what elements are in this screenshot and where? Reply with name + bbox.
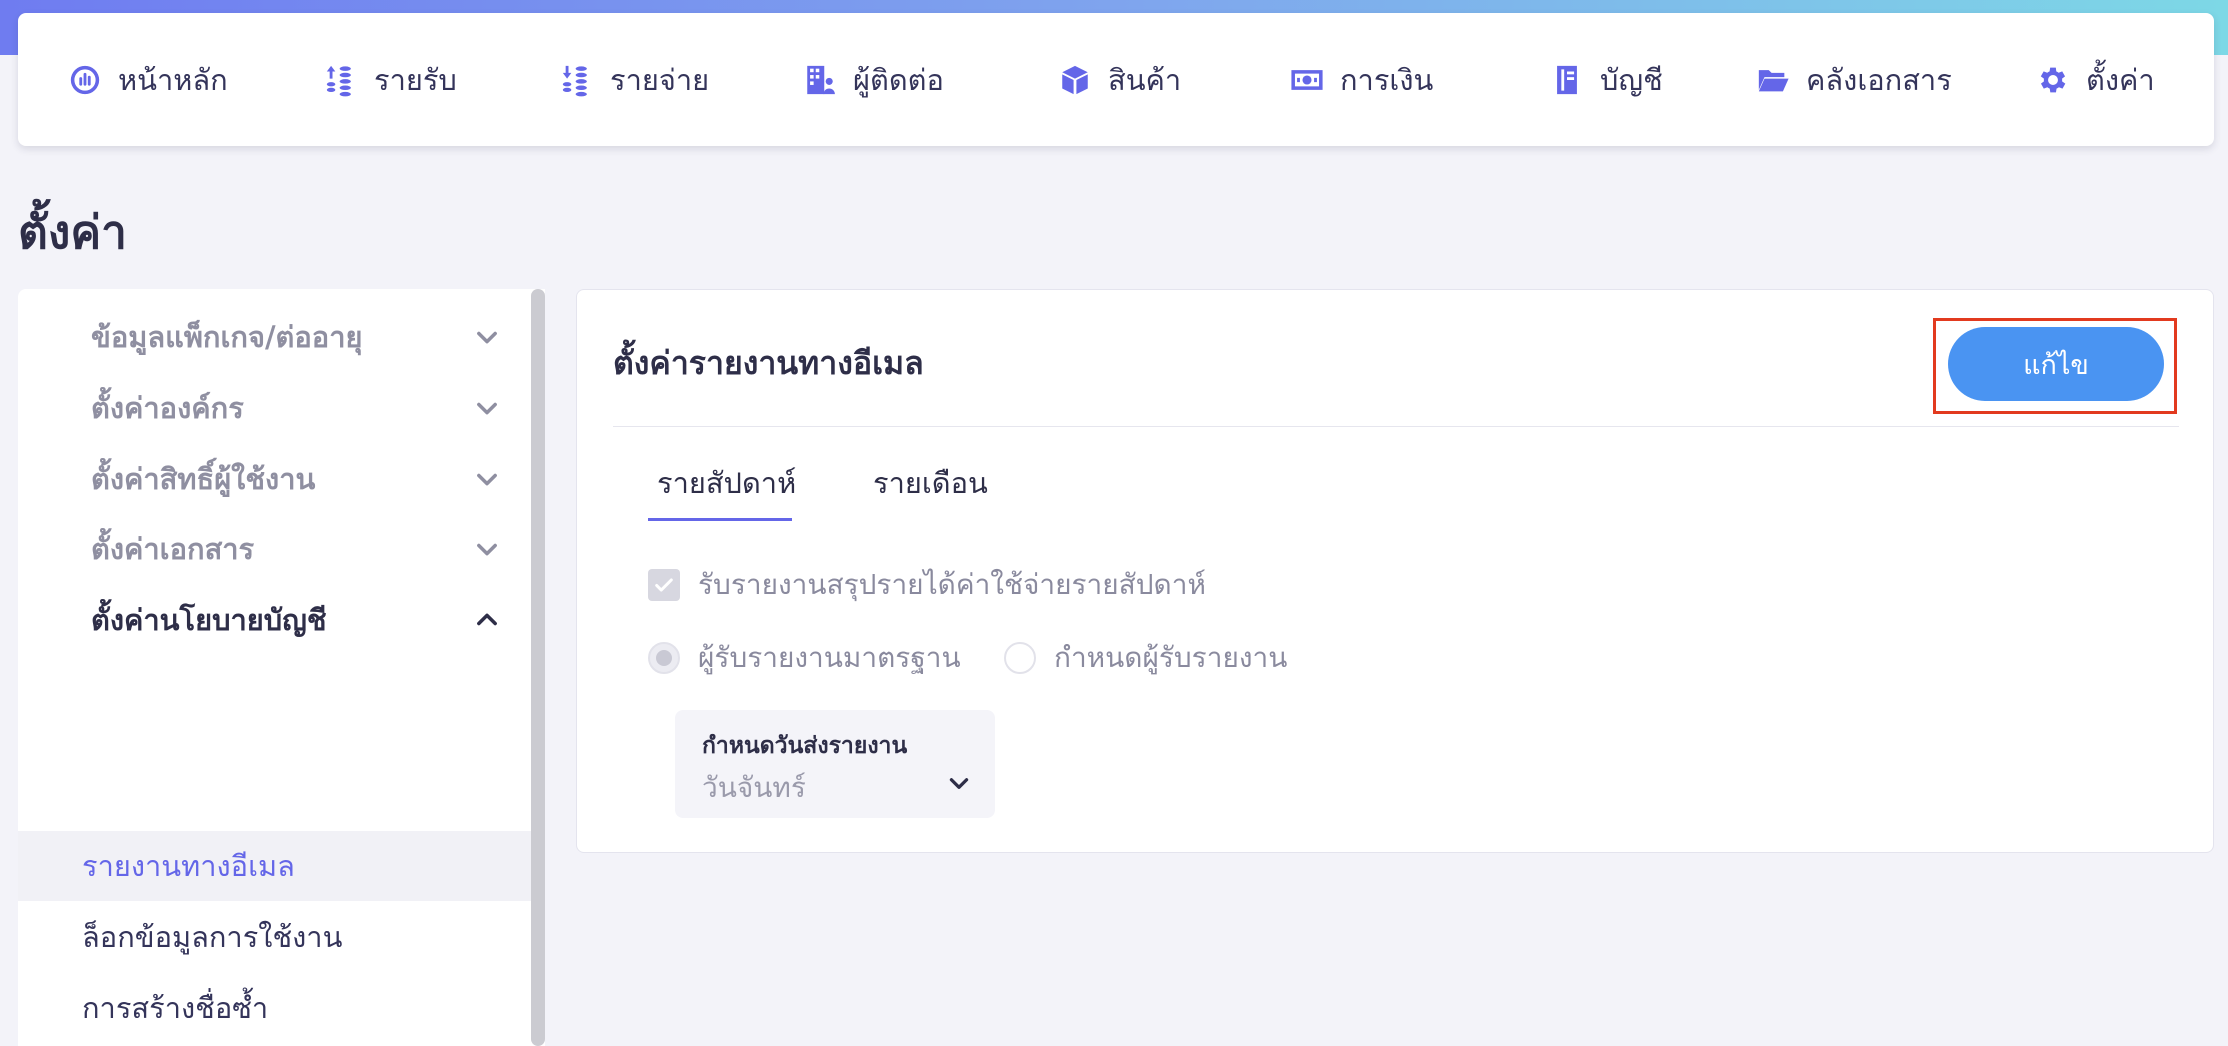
nav-label: การเงิน xyxy=(1340,62,1434,97)
sidebar-item-label: การสร้างชื่อซ้ำ xyxy=(82,991,269,1025)
nav-item-contacts[interactable]: ผู้ติดต่อ xyxy=(803,13,944,146)
product-box-icon xyxy=(1062,65,1088,94)
folder-icon xyxy=(1758,69,1789,91)
select-value: วันจันทร์ xyxy=(702,771,806,804)
sidebar-item-duplicate-names[interactable]: การสร้างชื่อซ้ำ xyxy=(18,973,531,1043)
nav-label: บัญชี xyxy=(1600,62,1663,97)
nav-item-documents[interactable]: คลังเอกสาร xyxy=(1756,13,1952,146)
chevron-down-icon xyxy=(477,473,497,486)
chevron-down-icon xyxy=(477,331,497,344)
nav-item-accounting[interactable]: บัญชี xyxy=(1550,13,1663,146)
weekly-summary-option[interactable]: รับรายงานสรุปรายได้ค่าใช้จ่ายรายสัปดาห์ xyxy=(648,563,1206,607)
weekly-summary-checkbox[interactable] xyxy=(648,569,680,601)
tab-monthly[interactable]: รายเดือน xyxy=(873,460,988,506)
nav-label: ตั้งค่า xyxy=(2086,62,2155,97)
sidebar-item-label: ล็อกข้อมูลการใช้งาน xyxy=(82,920,343,954)
tab-weekly[interactable]: รายสัปดาห์ xyxy=(657,460,796,506)
sidebar-section-package[interactable]: ข้อมูลแพ็กเกจ/ต่ออายุ xyxy=(18,297,531,377)
top-nav: หน้าหลัก รายรับ รายจ่าย ผู้ติดต่อ สินค้า… xyxy=(18,13,2214,146)
select-label: กำหนดวันส่งรายงาน xyxy=(702,733,908,759)
standard-recipients-option[interactable]: ผู้รับรายงานมาตรฐาน xyxy=(648,636,961,680)
nav-label: ผู้ติดต่อ xyxy=(853,62,944,97)
radio-label: กำหนดผู้รับรายงาน xyxy=(1054,641,1288,674)
standard-recipients-radio[interactable] xyxy=(648,642,680,674)
sidebar-item-usage-log[interactable]: ล็อกข้อมูลการใช้งาน xyxy=(18,902,531,972)
custom-recipients-radio[interactable] xyxy=(1004,642,1036,674)
sidebar-section-label: ตั้งค่าองค์กร xyxy=(91,391,244,425)
custom-recipients-option[interactable]: กำหนดผู้รับรายงาน xyxy=(1004,636,1287,680)
nav-label: คลังเอกสาร xyxy=(1806,62,1952,97)
nav-label: สินค้า xyxy=(1108,62,1182,97)
nav-item-expense[interactable]: รายจ่าย xyxy=(560,13,709,146)
edit-button[interactable]: แก้ไข xyxy=(1948,327,2164,401)
nav-label: รายรับ xyxy=(374,62,457,97)
chevron-down-icon xyxy=(477,402,497,415)
sidebar-section-accounting-policy[interactable]: ตั้งค่านโยบายบัญชี xyxy=(18,580,531,660)
active-tab-indicator xyxy=(648,518,792,521)
checkmark-icon xyxy=(655,578,673,592)
sidebar-section-label: ตั้งค่าเอกสาร xyxy=(91,532,255,566)
sidebar-section-label: ตั้งค่าสิทธิ์ผู้ใช้งาน xyxy=(91,462,316,496)
expense-icon xyxy=(562,65,587,96)
gear-icon xyxy=(2040,67,2066,92)
chevron-up-icon xyxy=(477,613,497,626)
sidebar-section-documents[interactable]: ตั้งค่าเอกสาร xyxy=(18,509,531,589)
report-day-select[interactable]: กำหนดวันส่งรายงาน วันจันทร์ xyxy=(675,710,995,818)
nav-label: รายจ่าย xyxy=(610,62,710,97)
sidebar-section-label: ตั้งค่านโยบายบัญชี xyxy=(91,603,327,637)
settings-sidebar: ข้อมูลแพ็กเกจ/ต่ออายุ ตั้งค่าองค์กร ตั้ง… xyxy=(18,289,545,1046)
card-divider xyxy=(613,426,2179,427)
sidebar-section-user-permissions[interactable]: ตั้งค่าสิทธิ์ผู้ใช้งาน xyxy=(18,439,531,519)
contacts-icon xyxy=(807,65,835,94)
nav-item-income[interactable]: รายรับ xyxy=(324,13,457,146)
accounting-book-icon xyxy=(1557,65,1577,94)
chevron-down-icon xyxy=(477,543,497,556)
nav-item-products[interactable]: สินค้า xyxy=(1058,13,1181,146)
nav-item-home[interactable]: หน้าหลัก xyxy=(68,13,228,146)
card-title: ตั้งค่ารายงานทางอีเมล xyxy=(613,344,924,382)
nav-label: หน้าหลัก xyxy=(118,62,228,97)
nav-item-finance[interactable]: การเงิน xyxy=(1290,13,1433,146)
money-icon xyxy=(1291,69,1323,90)
email-report-card: ตั้งค่ารายงานทางอีเมล แก้ไข รายสัปดาห์ ร… xyxy=(576,289,2214,853)
sidebar-item-label: รายงานทางอีเมล xyxy=(82,849,295,883)
sidebar-scrollbar[interactable] xyxy=(531,289,545,1046)
chevron-down-icon xyxy=(949,778,969,789)
page-title: ตั้งค่า xyxy=(18,205,127,259)
sidebar-item-email-report[interactable]: รายงานทางอีเมล xyxy=(18,831,531,901)
dashboard-icon xyxy=(70,65,100,94)
income-icon xyxy=(326,65,351,96)
sidebar-section-label: ข้อมูลแพ็กเกจ/ต่ออายุ xyxy=(91,320,363,354)
sidebar-section-organization[interactable]: ตั้งค่าองค์กร xyxy=(18,368,531,448)
nav-item-settings[interactable]: ตั้งค่า xyxy=(2036,13,2155,146)
checkbox-label: รับรายงานสรุปรายได้ค่าใช้จ่ายรายสัปดาห์ xyxy=(698,568,1206,601)
radio-label: ผู้รับรายงานมาตรฐาน xyxy=(698,641,961,674)
